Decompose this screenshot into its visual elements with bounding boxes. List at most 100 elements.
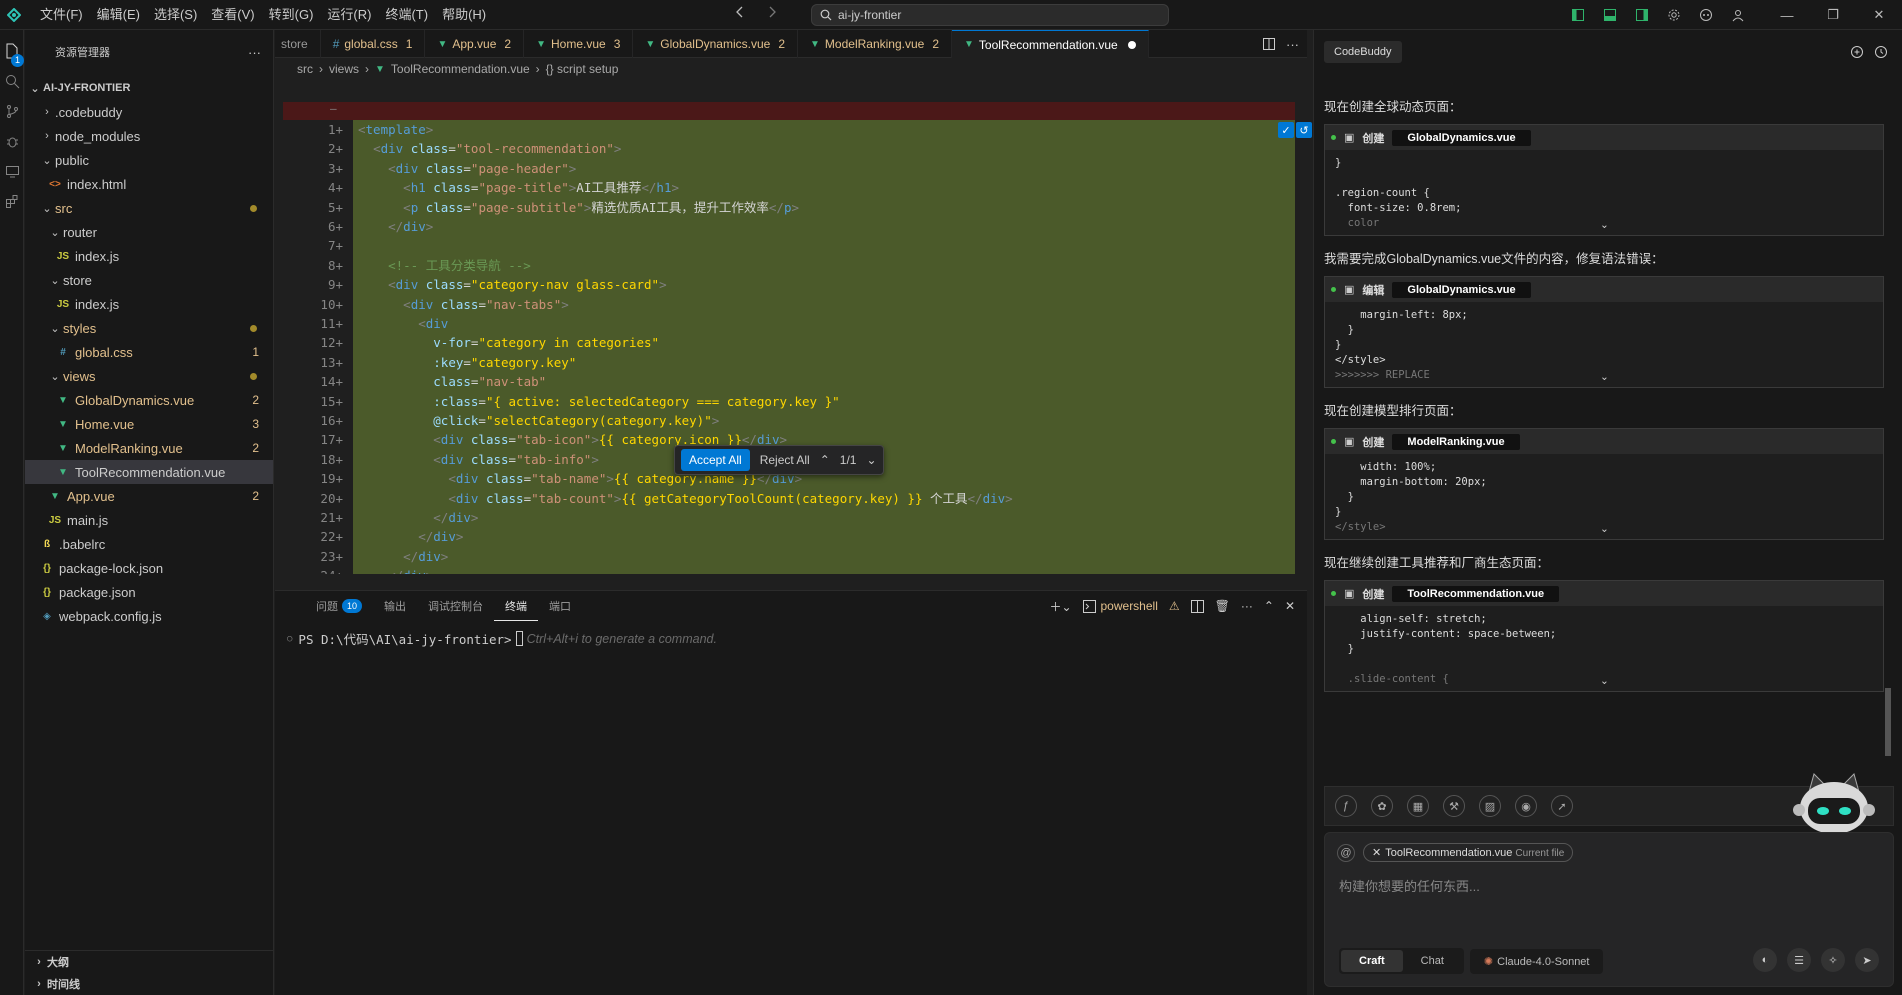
command-center-search[interactable]: ai-jy-frontier (811, 4, 1169, 26)
copilot-icon[interactable] (1690, 0, 1722, 30)
context-file-chip[interactable]: ✕ ToolRecommendation.vue Current file (1363, 843, 1574, 862)
chat-input[interactable]: 构建你想要的任何东西... (1339, 876, 1893, 895)
expand-chevron-icon[interactable]: ⌄ (1600, 218, 1609, 233)
trash-icon[interactable]: 🗑 (1215, 599, 1230, 613)
figma-icon[interactable]: ƒ (1335, 795, 1357, 817)
tab-toolrecommendation-vue[interactable]: ▼ ToolRecommendation.vue (952, 30, 1149, 58)
palette-icon[interactable]: ◐ (1753, 948, 1777, 972)
new-terminal-icon[interactable]: ＋⌄ (1049, 598, 1071, 615)
file-change-card[interactable]: ▣ 创建 ToolRecommendation.vue align-self: st… (1324, 580, 1884, 692)
back-arrow-icon[interactable] (733, 5, 747, 19)
tree-item-app-vue[interactable]: ▼ App.vue 2 (25, 484, 273, 508)
code-line[interactable]: 12+ v-for="category in categories" (283, 333, 1295, 352)
tab-app-vue[interactable]: ▼ App.vue 2 (425, 30, 525, 58)
chat-messages[interactable]: 现在创建全球动态页面： ▣ 创建 GlobalDynamics.vue } .reg… (1324, 86, 1890, 786)
code-line[interactable]: 10+ <div class="nav-tabs"> (283, 295, 1295, 314)
split-editor-icon[interactable] (1262, 37, 1276, 51)
undo-icon[interactable]: ↺ (1296, 122, 1312, 138)
code-line[interactable]: 8+ <!-- 工具分类导航 --> (283, 256, 1295, 275)
more-actions-icon[interactable]: ··· (1286, 37, 1299, 52)
accept-all-button[interactable]: Accept All (681, 449, 750, 471)
new-chat-icon[interactable] (1850, 45, 1864, 59)
history-icon[interactable] (1874, 45, 1888, 59)
tree-item-package-json[interactable]: {} package.json (25, 580, 273, 604)
tree-item-babelrc[interactable]: ß .babelrc (25, 532, 273, 556)
toggle-primary-sidebar-icon[interactable] (1562, 0, 1594, 30)
tree-item-store[interactable]: ⌄ store (25, 268, 273, 292)
extensions-activity[interactable] (0, 186, 24, 216)
tree-root[interactable]: ⌄ AI-JY-FRONTIER (25, 76, 273, 100)
toggle-panel-icon[interactable] (1594, 0, 1626, 30)
code-line[interactable]: 6+ </div> (283, 217, 1295, 236)
code-line[interactable]: 24+ </div> (283, 566, 1295, 574)
code-line[interactable]: 15+ :class="{ active: selectedCategory =… (283, 392, 1295, 411)
tab-store[interactable]: store (275, 30, 321, 58)
maximize-icon[interactable]: ❐ (1810, 0, 1856, 30)
tree-item-router[interactable]: ⌄ router (25, 220, 273, 244)
code-line[interactable]: 2+ <div class="tool-recommendation"> (283, 139, 1295, 158)
tree-item-package-lock-json[interactable]: {} package-lock.json (25, 556, 273, 580)
menu-go[interactable]: 转到(G) (262, 0, 321, 30)
account-icon[interactable] (1722, 0, 1754, 30)
tab-global-css[interactable]: # global.css 1 (321, 30, 426, 58)
settings-gear-icon[interactable] (1658, 0, 1690, 30)
tab-output[interactable]: 输出 (373, 591, 417, 621)
code-editor[interactable]: — 1+ <template> 2+ <div class="tool-recomm… (283, 102, 1295, 574)
breadcrumb-views[interactable]: views (329, 62, 359, 76)
chevron-down-icon[interactable]: ⌄ (866, 453, 876, 467)
forward-arrow-icon[interactable] (765, 5, 779, 19)
code-line[interactable]: 20+ <div class="tab-count">{{ getCategor… (283, 489, 1295, 508)
timeline-header[interactable]: › 时间线 (25, 973, 274, 995)
menu-file[interactable]: 文件(F) (33, 0, 90, 30)
remove-context-icon[interactable]: ✕ (1372, 847, 1381, 859)
file-change-card[interactable]: ▣ 创建 ModelRanking.vue width: 100%; margin-… (1324, 428, 1884, 540)
accept-check-icon[interactable]: ✓ (1278, 122, 1294, 138)
code-line[interactable]: 21+ </div> (283, 508, 1295, 527)
card-file-name[interactable]: GlobalDynamics.vue (1392, 129, 1531, 146)
terminal-output[interactable]: ○ PS D:\代码\AI\ai-jy-frontier> Ctrl+Alt+i… (275, 621, 1307, 648)
send-icon[interactable]: ➤ (1855, 948, 1879, 972)
split-terminal-icon[interactable] (1190, 599, 1204, 613)
menu-help[interactable]: 帮助(H) (435, 0, 493, 30)
menu-view[interactable]: 查看(V) (204, 0, 261, 30)
code-line[interactable]: 14+ class="nav-tab" (283, 372, 1295, 391)
code-line[interactable]: 9+ <div class="category-nav glass-card"> (283, 275, 1295, 294)
card-file-name[interactable]: ModelRanking.vue (1392, 433, 1520, 450)
tools-icon[interactable]: ⚒ (1443, 795, 1465, 817)
tab-debug-console[interactable]: 调试控制台 (417, 591, 494, 621)
expand-chevron-icon[interactable]: ⌄ (1600, 370, 1609, 385)
tree-item-index-html[interactable]: <> index.html (25, 172, 273, 196)
tree-item-views[interactable]: ⌄ views (25, 364, 273, 388)
model-select[interactable]: ✺ Claude-4.0-Sonnet (1469, 948, 1604, 974)
tree-item-store-index-js[interactable]: JS index.js (25, 292, 273, 316)
code-line[interactable]: 7+ (283, 236, 1295, 255)
breadcrumb-file[interactable]: ToolRecommendation.vue (391, 62, 530, 76)
tab-globaldynamics-vue[interactable]: ▼ GlobalDynamics.vue 2 (633, 30, 799, 58)
code-line[interactable]: 4+ <h1 class="page-title">AI工具推荐</h1> (283, 178, 1295, 197)
debug-activity[interactable] (0, 126, 24, 156)
code-line[interactable]: 23+ </div> (283, 547, 1295, 566)
code-line[interactable]: 11+ <div (283, 314, 1295, 333)
tree-item-modelranking-vue[interactable]: ▼ ModelRanking.vue 2 (25, 436, 273, 460)
mention-icon[interactable]: @ (1337, 843, 1355, 862)
image-icon[interactable]: ▨ (1479, 795, 1501, 817)
unsaved-dot-icon[interactable] (1127, 40, 1136, 49)
rules-icon[interactable]: ☰ (1787, 948, 1811, 972)
chevron-up-icon[interactable]: ⌃ (820, 453, 830, 467)
search-activity[interactable] (0, 66, 24, 96)
menu-terminal[interactable]: 终端(T) (378, 0, 435, 30)
tree-item-global-css[interactable]: # global.css 1 (25, 340, 273, 364)
minimize-icon[interactable]: — (1764, 0, 1810, 30)
more-actions-icon[interactable]: ··· (1241, 599, 1253, 613)
menu-selection[interactable]: 选择(S) (147, 0, 204, 30)
tree-item-home-vue[interactable]: ▼ Home.vue 3 (25, 412, 273, 436)
tab-ports[interactable]: 端口 (538, 591, 582, 621)
mode-chat-button[interactable]: Chat (1403, 950, 1462, 972)
mode-craft-button[interactable]: Craft (1341, 950, 1403, 972)
more-actions-icon[interactable]: ··· (248, 45, 261, 60)
menu-run[interactable]: 运行(R) (320, 0, 378, 30)
code-line[interactable]: 1+ <template> (283, 120, 1295, 139)
explorer-activity[interactable]: 1 (0, 36, 24, 67)
expand-chevron-icon[interactable]: ⌄ (1600, 522, 1609, 537)
card-file-name[interactable]: ToolRecommendation.vue (1392, 585, 1560, 602)
